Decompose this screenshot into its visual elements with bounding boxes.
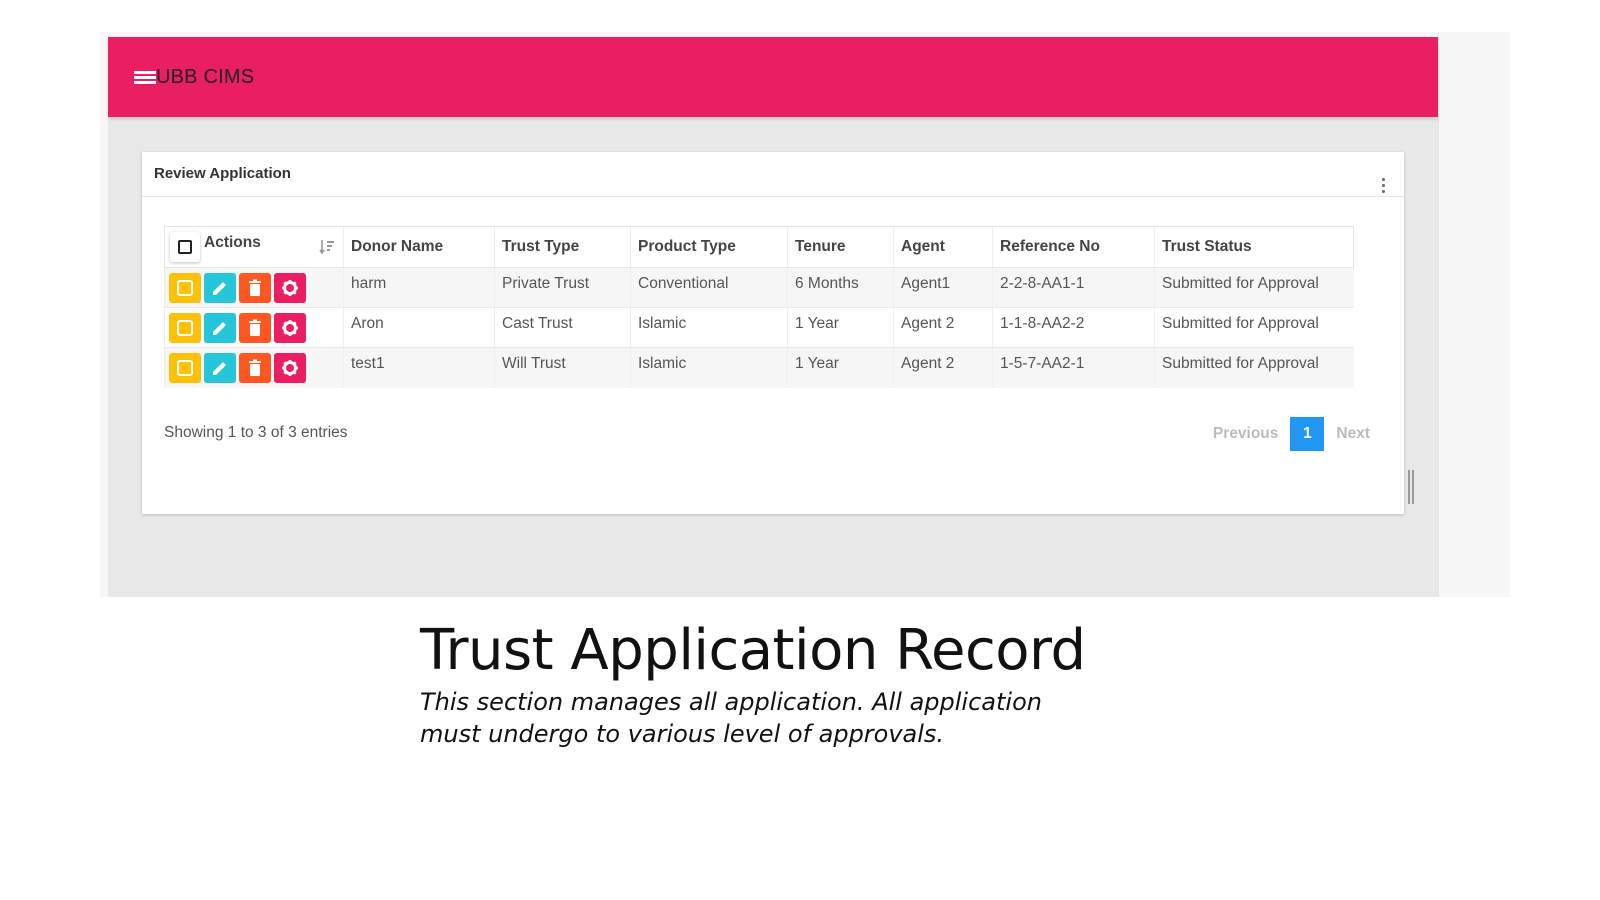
entries-info: Showing 1 to 3 of 3 entries [164,424,348,441]
edit-button[interactable] [204,313,236,343]
view-button[interactable] [169,273,201,303]
table-row: harm Private Trust Conventional 6 Months… [164,267,1354,308]
cell-agent: Agent1 [893,267,993,308]
row-actions [164,307,344,348]
table-row: Aron Cast Trust Islamic 1 Year Agent 2 1… [164,307,1354,348]
app-window: UBB CIMS Review Application Actions Dono… [108,37,1438,597]
ui-screenshot: UBB CIMS Review Application Actions Dono… [100,32,1510,597]
app-brand[interactable]: UBB CIMS [156,66,254,89]
column-header-actions[interactable]: Actions [164,226,344,268]
pencil-icon [213,362,226,375]
column-header-agent[interactable]: Agent [893,226,993,268]
top-navbar: UBB CIMS [108,37,1438,117]
column-header-trust-type[interactable]: Trust Type [494,226,631,268]
more-options-icon[interactable] [1382,178,1386,196]
next-page-button[interactable]: Next [1324,425,1382,443]
square-icon [177,280,193,296]
cell-trust-type: Will Trust [494,347,631,388]
view-button[interactable] [169,313,201,343]
hamburger-menu-icon[interactable] [134,71,156,85]
pencil-icon [213,322,226,335]
table-row: test1 Will Trust Islamic 1 Year Agent 2 … [164,347,1354,388]
table-header-row: Actions Donor Name Trust Type Product Ty… [164,226,1354,268]
select-all-checkbox[interactable] [178,239,192,254]
cell-reference-no: 1-5-7-AA2-1 [992,347,1155,388]
review-application-card: Review Application Actions Donor Name Tr… [142,152,1404,514]
cell-trust-status: Submitted for Approval [1154,307,1354,348]
column-header-donor-name[interactable]: Donor Name [343,226,495,268]
cell-tenure: 1 Year [787,347,894,388]
cell-donor-name: Aron [343,307,495,348]
cell-product-type: Conventional [630,267,788,308]
cell-donor-name: test1 [343,347,495,388]
square-icon [177,320,193,336]
column-header-trust-status[interactable]: Trust Status [1154,226,1354,268]
column-header-product-type[interactable]: Product Type [630,226,788,268]
edit-button[interactable] [204,273,236,303]
cell-agent: Agent 2 [893,307,993,348]
cell-trust-type: Cast Trust [494,307,631,348]
previous-page-button[interactable]: Previous [1201,425,1290,443]
settings-button[interactable] [274,313,306,343]
cell-trust-status: Submitted for Approval [1154,267,1354,308]
column-header-tenure[interactable]: Tenure [787,226,894,268]
cell-reference-no: 1-1-8-AA2-2 [992,307,1155,348]
pencil-icon [213,282,226,295]
trash-icon [249,359,261,376]
slide-title: Trust Application Record [420,618,1086,683]
cell-product-type: Islamic [630,347,788,388]
cell-reference-no: 2-2-8-AA1-1 [992,267,1155,308]
cell-tenure: 1 Year [787,307,894,348]
trash-icon [249,319,261,336]
card-header: Review Application [142,152,1404,197]
row-actions [164,267,344,308]
cell-trust-type: Private Trust [494,267,631,308]
select-all-checkbox-wrapper[interactable] [170,232,200,262]
cell-agent: Agent 2 [893,347,993,388]
slide-description: This section manages all application. Al… [420,688,1042,748]
edit-button[interactable] [204,353,236,383]
window-divider [1438,32,1439,597]
pagination: Previous 1 Next [1201,417,1382,451]
page-1-button[interactable]: 1 [1290,417,1325,451]
settings-button[interactable] [274,273,306,303]
cell-trust-status: Submitted for Approval [1154,347,1354,388]
column-header-label: Actions [204,234,261,252]
settings-button[interactable] [274,353,306,383]
delete-button[interactable] [239,273,271,303]
row-actions [164,347,344,388]
cell-tenure: 6 Months [787,267,894,308]
sort-icon[interactable] [319,239,335,255]
delete-button[interactable] [239,353,271,383]
delete-button[interactable] [239,313,271,343]
cell-donor-name: harm [343,267,495,308]
gear-icon [282,360,298,376]
gear-icon [282,280,298,296]
column-header-reference-no[interactable]: Reference No [992,226,1155,268]
cell-product-type: Islamic [630,307,788,348]
resize-handle[interactable] [1408,470,1416,504]
view-button[interactable] [169,353,201,383]
trash-icon [249,279,261,296]
card-title: Review Application [154,165,291,182]
gear-icon [282,320,298,336]
applications-table: Actions Donor Name Trust Type Product Ty… [164,226,1354,388]
square-icon [177,360,193,376]
